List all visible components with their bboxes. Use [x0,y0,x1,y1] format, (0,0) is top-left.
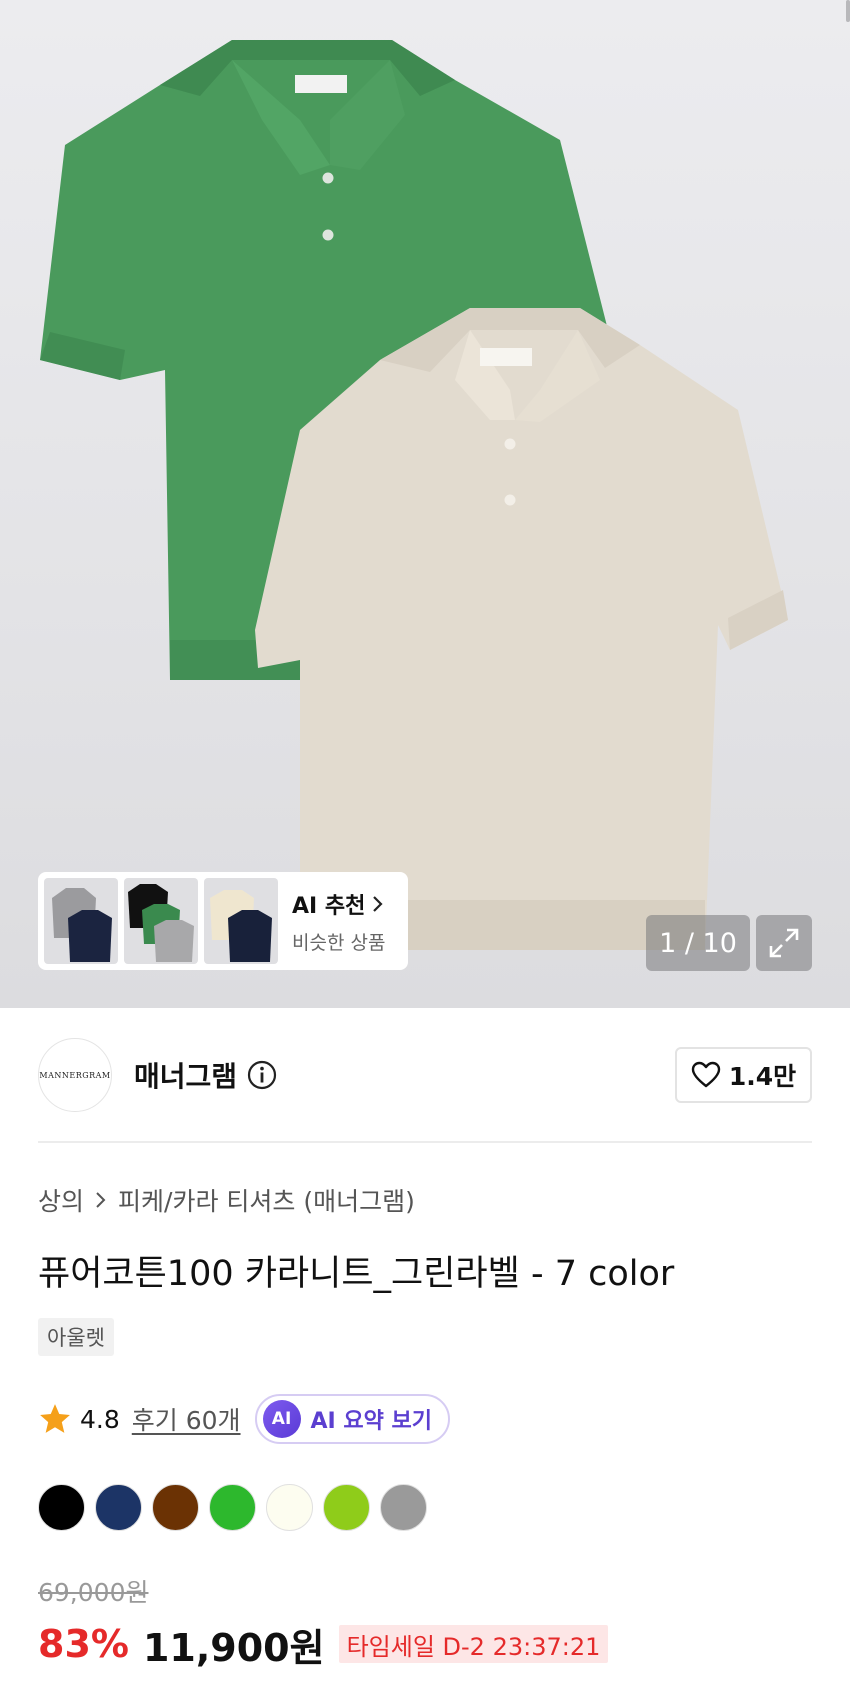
ai-recommend-card[interactable]: AI 추천 비슷한 상품 [38,872,408,970]
product-page: AI 추천 비슷한 상품 1 / 10 MANNERGRAM 매너그램 1.4만… [0,0,850,1707]
color-swatch-brown[interactable] [152,1484,199,1531]
info-icon [247,1060,277,1090]
ai-recommend-text[interactable]: AI 추천 비슷한 상품 [292,888,385,955]
thumb-image [52,888,112,962]
brand-info-button[interactable] [247,1060,277,1090]
thumb-image [128,884,194,962]
breadcrumb-item-top[interactable]: 상의 [38,1182,84,1218]
sale-price: 11,900원 [142,1625,325,1670]
star-icon [40,1404,70,1433]
color-swatch-lime[interactable] [323,1484,370,1531]
color-swatch-navy[interactable] [95,1484,142,1531]
brand-row: MANNERGRAM 매너그램 1.4만 [38,1037,812,1113]
thumb-image [210,890,272,962]
ai-recommend-title[interactable]: AI 추천 [292,888,385,920]
timesale-badge: 타임세일 D-2 23:37:21 [338,1625,609,1663]
outlet-tag: 아울렛 [38,1318,114,1356]
product-image-gallery[interactable]: AI 추천 비슷한 상품 1 / 10 [0,0,850,1008]
review-count-link[interactable]: 후기 60개 [132,1401,241,1437]
like-count: 1.4만 [728,1062,797,1091]
like-button[interactable]: 1.4만 [675,1047,812,1103]
heart-icon [691,1061,721,1088]
expand-button[interactable] [756,915,812,971]
color-swatches [38,1484,427,1531]
brand-name[interactable]: 매너그램 [134,1055,237,1095]
ai-summary-button[interactable]: AI AI 요약 보기 [254,1394,451,1444]
image-counter: 1 / 10 [646,915,750,971]
breadcrumb: 상의 피케/카라 티셔츠 (매너그램) [38,1182,415,1218]
recommend-thumb-2[interactable] [124,878,198,964]
breadcrumb-item-category[interactable]: 피케/카라 티셔츠 (매너그램) [118,1182,415,1218]
chevron-right-icon [96,1192,106,1208]
color-swatch-green[interactable] [209,1484,256,1531]
product-title: 퓨어코튼100 카라니트_그린라벨 - 7 color [38,1254,675,1294]
chevron-right-icon [373,895,383,912]
product-photo [40,40,788,950]
scroll-indicator [846,0,850,22]
rating-row: 4.8 후기 60개 AI AI 요약 보기 [38,1393,451,1445]
price-row: 83% 11,900원 타임세일 D-2 23:37:21 [38,1617,609,1671]
brand-logo[interactable]: MANNERGRAM [38,1038,112,1112]
ai-recommend-label: AI 추천 [292,893,366,919]
color-swatch-ivory[interactable] [266,1484,313,1531]
ai-summary-label: AI 요약 보기 [310,1409,433,1434]
recommend-thumb-1[interactable] [44,878,118,964]
rating-score: 4.8 [80,1404,120,1434]
divider [38,1141,812,1143]
expand-icon [769,928,799,958]
ai-recommend-subtitle: 비슷한 상품 [292,931,386,954]
original-price: 69,000원 [38,1578,149,1607]
discount-rate: 83% [38,1622,129,1666]
brand-logo-text: MANNERGRAM [39,1070,111,1080]
color-swatch-gray[interactable] [380,1484,427,1531]
color-swatch-black[interactable] [38,1484,85,1531]
ai-badge-icon: AI [262,1400,301,1438]
recommend-thumb-3[interactable] [204,878,278,964]
